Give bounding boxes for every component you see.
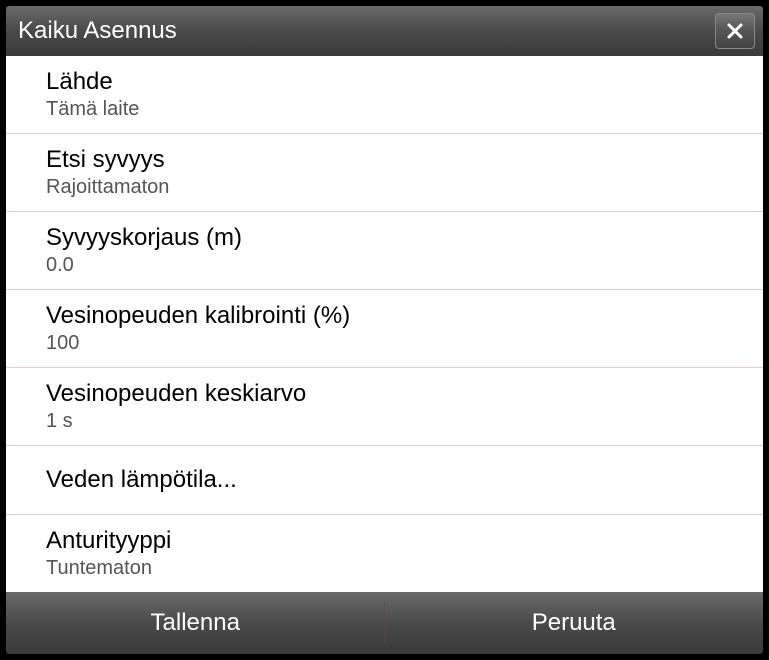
item-label: Etsi syvyys — [46, 146, 763, 174]
footer: Tallenna Peruuta — [6, 592, 763, 654]
list-item-water-speed-calibration[interactable]: Vesinopeuden kalibrointi (%) 100 — [6, 290, 763, 368]
cancel-button[interactable]: Peruuta — [385, 592, 764, 654]
item-value: Tuntematon — [46, 557, 763, 580]
close-button[interactable] — [715, 13, 755, 49]
item-value: 0.0 — [46, 254, 763, 277]
item-label: Syvyyskorjaus (m) — [46, 224, 763, 252]
list-item-search-depth[interactable]: Etsi syvyys Rajoittamaton — [6, 134, 763, 212]
close-icon — [725, 21, 745, 41]
titlebar: Kaiku Asennus — [6, 6, 763, 56]
item-value: 100 — [46, 332, 763, 355]
item-label: Vesinopeuden keskiarvo — [46, 380, 763, 408]
item-label: Veden lämpötila... — [46, 458, 763, 502]
settings-list: Lähde Tämä laite Etsi syvyys Rajoittamat… — [6, 56, 763, 592]
save-button[interactable]: Tallenna — [6, 592, 385, 654]
item-value: 1 s — [46, 410, 763, 433]
list-item-source[interactable]: Lähde Tämä laite — [6, 56, 763, 134]
item-label: Anturityyppi — [46, 527, 763, 555]
list-item-water-speed-average[interactable]: Vesinopeuden keskiarvo 1 s — [6, 368, 763, 446]
item-label: Lähde — [46, 68, 763, 96]
item-value: Rajoittamaton — [46, 176, 763, 199]
item-label: Vesinopeuden kalibrointi (%) — [46, 302, 763, 330]
list-item-transducer-type[interactable]: Anturityyppi Tuntematon — [6, 515, 763, 592]
item-value: Tämä laite — [46, 98, 763, 121]
window-title: Kaiku Asennus — [18, 17, 177, 45]
list-item-water-temperature[interactable]: Veden lämpötila... — [6, 446, 763, 515]
list-item-depth-offset[interactable]: Syvyyskorjaus (m) 0.0 — [6, 212, 763, 290]
window: Kaiku Asennus Lähde Tämä laite Etsi syvy… — [0, 0, 769, 660]
